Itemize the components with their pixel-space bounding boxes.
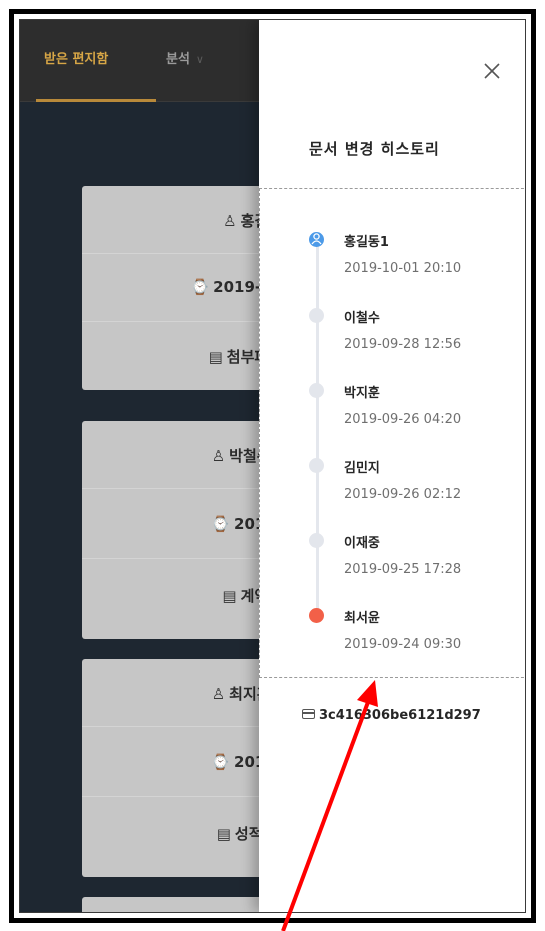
history-item: 이철수 2019-09-28 12:56 [260, 301, 525, 371]
document-card[interactable] [82, 897, 282, 912]
history-user: 최서윤 [344, 611, 380, 626]
history-time: 2019-09-25 17:28 [344, 562, 462, 577]
history-item: 최서윤 2019-09-24 09:30 [260, 601, 525, 671]
timeline-dot [309, 458, 324, 473]
document-hash-value: 3c416306be6121d297 [319, 708, 481, 723]
person-icon: ♙ [211, 685, 226, 703]
watch-icon: ⌚ [190, 278, 210, 296]
card-time-row: ⌚ 2019-10 [82, 254, 282, 322]
chevron-down-icon: ∨ [195, 53, 204, 66]
history-user: 이철수 [344, 311, 380, 326]
credit-card-icon [302, 709, 315, 719]
card-sender-row: ♙ 최지훈 - [82, 659, 282, 727]
watch-icon: ⌚ [211, 515, 231, 533]
timeline-dot-latest [309, 608, 324, 623]
card-file-row: ▤ 첨부파일 [82, 322, 282, 390]
document-hash: 3c416306be6121d297 [302, 708, 481, 723]
history-time: 2019-09-24 09:30 [344, 637, 462, 652]
history-item: 김민지 2019-09-26 02:12 [260, 451, 525, 521]
history-time: 2019-10-01 20:10 [344, 261, 462, 276]
frame-border: 받은 편지함 분석 ∨ ♙홍길동 ⌚2019-10 ▤첨부파일 [9, 9, 536, 923]
card-file-row: ▤성적표. [82, 799, 282, 867]
history-user: 홍길동1 [344, 235, 389, 250]
history-time: 2019-09-26 04:20 [344, 412, 462, 427]
user-marker-icon [309, 232, 324, 247]
history-item: 박지훈 2019-09-26 04:20 [260, 376, 525, 446]
tab-analysis-label: 분석 [166, 52, 190, 67]
viewport: 받은 편지함 분석 ∨ ♙홍길동 ⌚2019-10 ▤첨부파일 [19, 19, 526, 913]
history-time: 2019-09-28 12:56 [344, 337, 462, 352]
watch-icon: ⌚ [211, 753, 231, 771]
drawer-title: 문서 변경 히스토리 [309, 140, 440, 158]
history-item: 홍길동1 2019-10-01 20:10 [260, 225, 525, 295]
card-sender-row: ♙ 박철수 - [82, 421, 282, 489]
screenshot-frame: 받은 편지함 분석 ∨ ♙홍길동 ⌚2019-10 ▤첨부파일 [0, 0, 545, 931]
close-icon [484, 63, 500, 79]
history-timeline: 홍길동1 2019-10-01 20:10 이철수 2019-09-28 12:… [259, 188, 525, 678]
person-icon: ♙ [223, 212, 237, 230]
tab-inbox[interactable]: 받은 편지함 [36, 48, 156, 102]
history-user: 박지훈 [344, 386, 380, 401]
tab-analysis[interactable]: 분석 ∨ [166, 48, 204, 67]
file-icon: ▤ [216, 825, 231, 843]
history-item: 이재중 2019-09-25 17:28 [260, 526, 525, 596]
history-user: 김민지 [344, 461, 380, 476]
file-icon: ▤ [208, 348, 223, 366]
file-icon: ▤ [222, 587, 237, 605]
history-time: 2019-09-26 02:12 [344, 487, 462, 502]
timeline-dot [309, 533, 324, 548]
active-tab-indicator [36, 99, 156, 102]
card-file-row: ▤계약서 [82, 561, 282, 629]
card-sender-row: ♙홍길동 [82, 186, 282, 254]
document-card[interactable]: ♙홍길동 ⌚2019-10 ▤첨부파일 [82, 186, 282, 390]
tab-inbox-label: 받은 편지함 [44, 52, 109, 67]
document-card[interactable]: ♙박철수 - ⌚2019- ▤계약서 [82, 421, 282, 639]
card-time-row: ⌚ 2019- [82, 729, 282, 797]
history-user: 이재중 [344, 536, 380, 551]
timeline-dot [309, 308, 324, 323]
close-button[interactable] [481, 60, 503, 82]
timeline-dot [309, 383, 324, 398]
card-time-row: ⌚ 2019- [82, 491, 282, 559]
person-icon: ♙ [211, 447, 226, 465]
history-drawer: 문서 변경 히스토리 홍길동1 2019-10-01 20:10 이철수 201… [259, 20, 525, 912]
document-card[interactable]: ♙최지훈 - ⌚2019- ▤성적표. [82, 659, 282, 877]
